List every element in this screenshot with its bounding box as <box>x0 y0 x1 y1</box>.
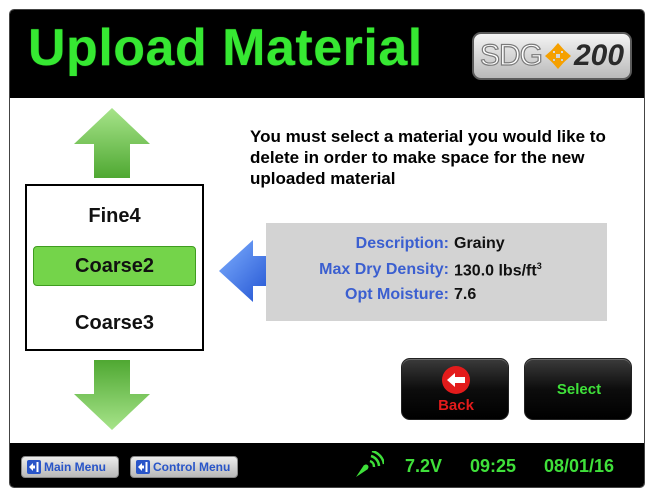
max-dry-density-label: Max Dry Density: <box>319 261 449 278</box>
battery-voltage: 7.2V <box>405 456 443 476</box>
description-value: Grainy <box>454 235 505 252</box>
list-item-selected[interactable]: Coarse2 <box>33 246 196 286</box>
back-arrow-icon <box>442 366 470 394</box>
instruction-text: You must select a material you would lik… <box>250 127 606 188</box>
signal-icon <box>356 451 384 477</box>
current-date: 08/01/16 <box>544 456 615 476</box>
back-button[interactable]: Back <box>401 358 509 420</box>
max-dry-density-value-wrap: 130.0 lbs/ft3 <box>454 261 542 280</box>
brand-logo: SDG 200 <box>472 32 632 80</box>
select-button[interactable]: Select <box>524 358 632 420</box>
material-list: Fine4 Coarse2 Coarse3 <box>25 184 204 351</box>
back-button-label: Back <box>438 397 474 414</box>
opt-moisture-label: Opt Moisture: <box>345 286 449 303</box>
menu-icon <box>27 460 41 474</box>
header: Upload Material SDG 200 <box>10 10 644 98</box>
list-item[interactable]: Coarse3 <box>27 312 202 335</box>
main-menu-label: Main Menu <box>44 460 106 474</box>
footer-bar: Main Menu Control Menu 7.2V 09:25 08/01/… <box>10 443 644 487</box>
up-arrow-icon[interactable] <box>72 106 152 180</box>
brand-arrows-icon <box>544 43 571 69</box>
control-menu-button[interactable]: Control Menu <box>130 456 238 478</box>
brand-prefix: SDG <box>479 38 543 72</box>
select-button-label: Select <box>556 381 602 398</box>
material-details-panel: Description: Grainy Max Dry Density: 130… <box>266 223 607 321</box>
max-dry-density-value: 130.0 lbs/ft <box>454 262 537 280</box>
menu-icon <box>136 460 150 474</box>
page-title: Upload Material <box>28 19 423 77</box>
description-label: Description: <box>355 235 449 252</box>
clock-time: 09:25 <box>470 456 517 476</box>
down-arrow-icon[interactable] <box>72 358 152 432</box>
main-menu-button[interactable]: Main Menu <box>21 456 119 478</box>
opt-moisture-value: 7.6 <box>454 286 477 303</box>
list-item[interactable]: Fine4 <box>27 205 202 228</box>
brand-model: 200 <box>573 39 625 72</box>
screen-frame: Upload Material SDG 200 Fine4 Coarse2 Co… <box>10 10 644 487</box>
control-menu-label: Control Menu <box>153 460 231 474</box>
unit-exponent: 3 <box>536 261 542 271</box>
